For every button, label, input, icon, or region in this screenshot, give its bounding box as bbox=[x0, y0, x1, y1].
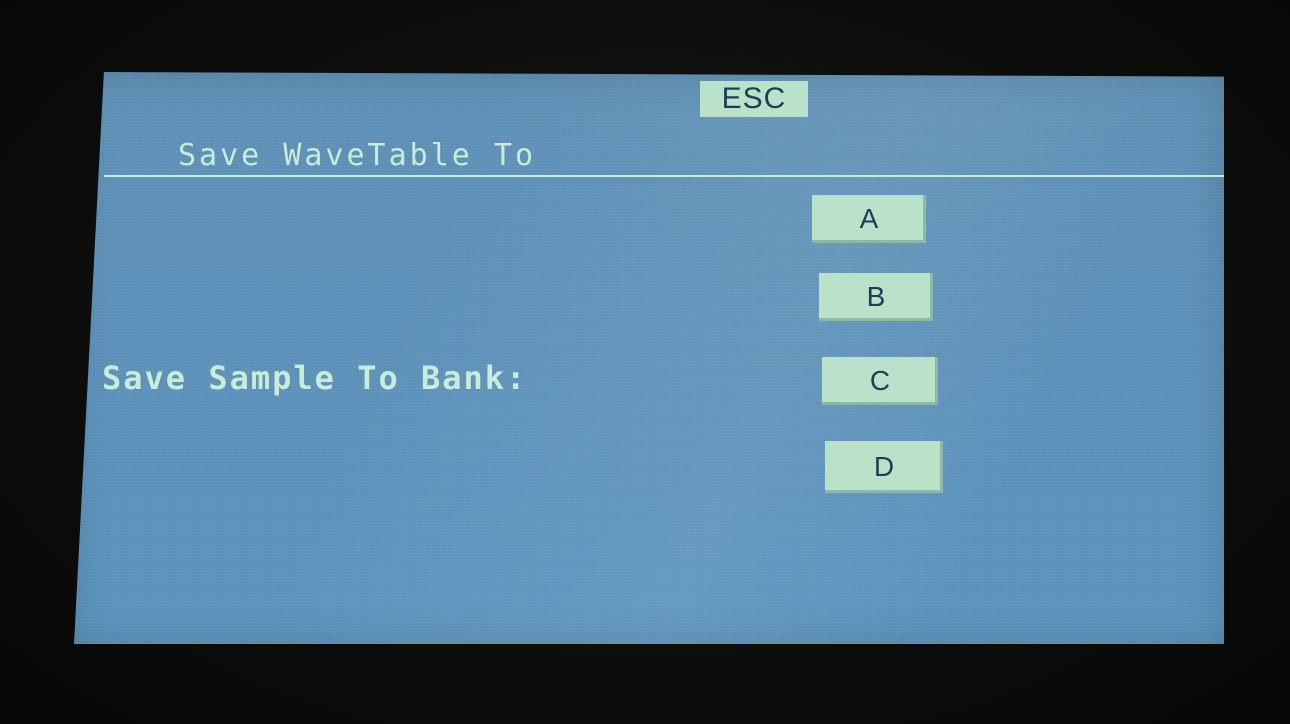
page-title: Save WaveTable To bbox=[178, 138, 537, 173]
bank-c-button[interactable]: C bbox=[822, 357, 938, 405]
bank-b-button[interactable]: B bbox=[819, 273, 933, 321]
esc-button[interactable]: ESC bbox=[700, 81, 808, 117]
bank-a-button[interactable]: A bbox=[812, 195, 926, 243]
title-divider bbox=[104, 175, 1224, 177]
lcd-screen: ESC Save WaveTable To Save Sample To Ban… bbox=[74, 72, 1224, 644]
bank-d-button[interactable]: D bbox=[825, 441, 943, 493]
bank-prompt-label: Save Sample To Bank: bbox=[102, 359, 528, 397]
